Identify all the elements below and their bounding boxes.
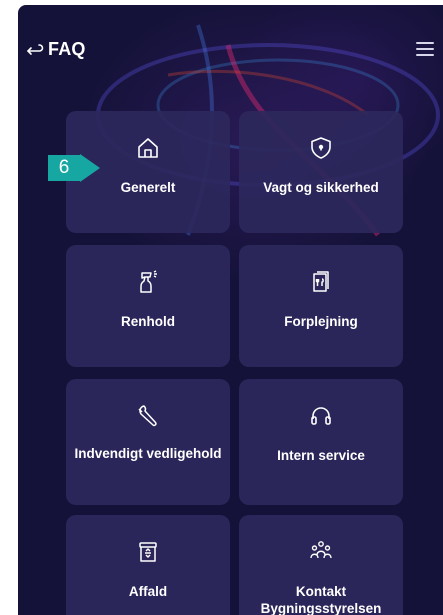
tile-renhold[interactable]: Renhold bbox=[66, 245, 230, 367]
tile-label: Forplejning bbox=[284, 314, 358, 329]
tile-label: Kontakt Bygningsstyrelsen bbox=[260, 584, 382, 615]
spray-bottle-icon bbox=[135, 269, 161, 295]
menu-card-icon bbox=[308, 269, 334, 295]
tile-label: Generelt bbox=[120, 180, 176, 195]
tile-intern-service[interactable]: Intern service bbox=[239, 379, 403, 505]
app-screen: FAQ Generelt Vagt og sikkerhed Renhold F… bbox=[18, 5, 443, 615]
headset-icon bbox=[308, 403, 334, 429]
page-title: FAQ bbox=[48, 38, 86, 59]
tile-label: Affald bbox=[128, 584, 168, 599]
top-bar: FAQ bbox=[18, 5, 443, 93]
tile-kontakt-bygningsstyrelsen[interactable]: Kontakt Bygningsstyrelsen bbox=[239, 515, 403, 615]
recycle-bin-icon bbox=[135, 539, 161, 565]
home-icon bbox=[135, 135, 161, 161]
tile-label: Indvendigt vedligehold bbox=[74, 446, 222, 461]
back-arrow-icon bbox=[27, 44, 44, 55]
tile-indvendigt-vedligehold[interactable]: Indvendigt vedligehold bbox=[66, 379, 230, 505]
tile-forplejning[interactable]: Forplejning bbox=[239, 245, 403, 367]
step-pointer-arrow bbox=[80, 154, 100, 182]
back-button[interactable]: FAQ bbox=[24, 34, 92, 64]
tile-label: Intern service bbox=[277, 448, 365, 463]
tile-label: Vagt og sikkerhed bbox=[263, 180, 379, 195]
hamburger-menu-icon[interactable] bbox=[414, 38, 438, 60]
tile-vagt-og-sikkerhed[interactable]: Vagt og sikkerhed bbox=[239, 111, 403, 233]
step-number-badge: 6 bbox=[48, 155, 80, 181]
shield-icon bbox=[308, 135, 334, 161]
tile-label: Renhold bbox=[121, 314, 175, 329]
people-group-icon bbox=[308, 539, 334, 565]
wrench-icon bbox=[135, 403, 161, 429]
tile-affald[interactable]: Affald bbox=[66, 515, 230, 615]
